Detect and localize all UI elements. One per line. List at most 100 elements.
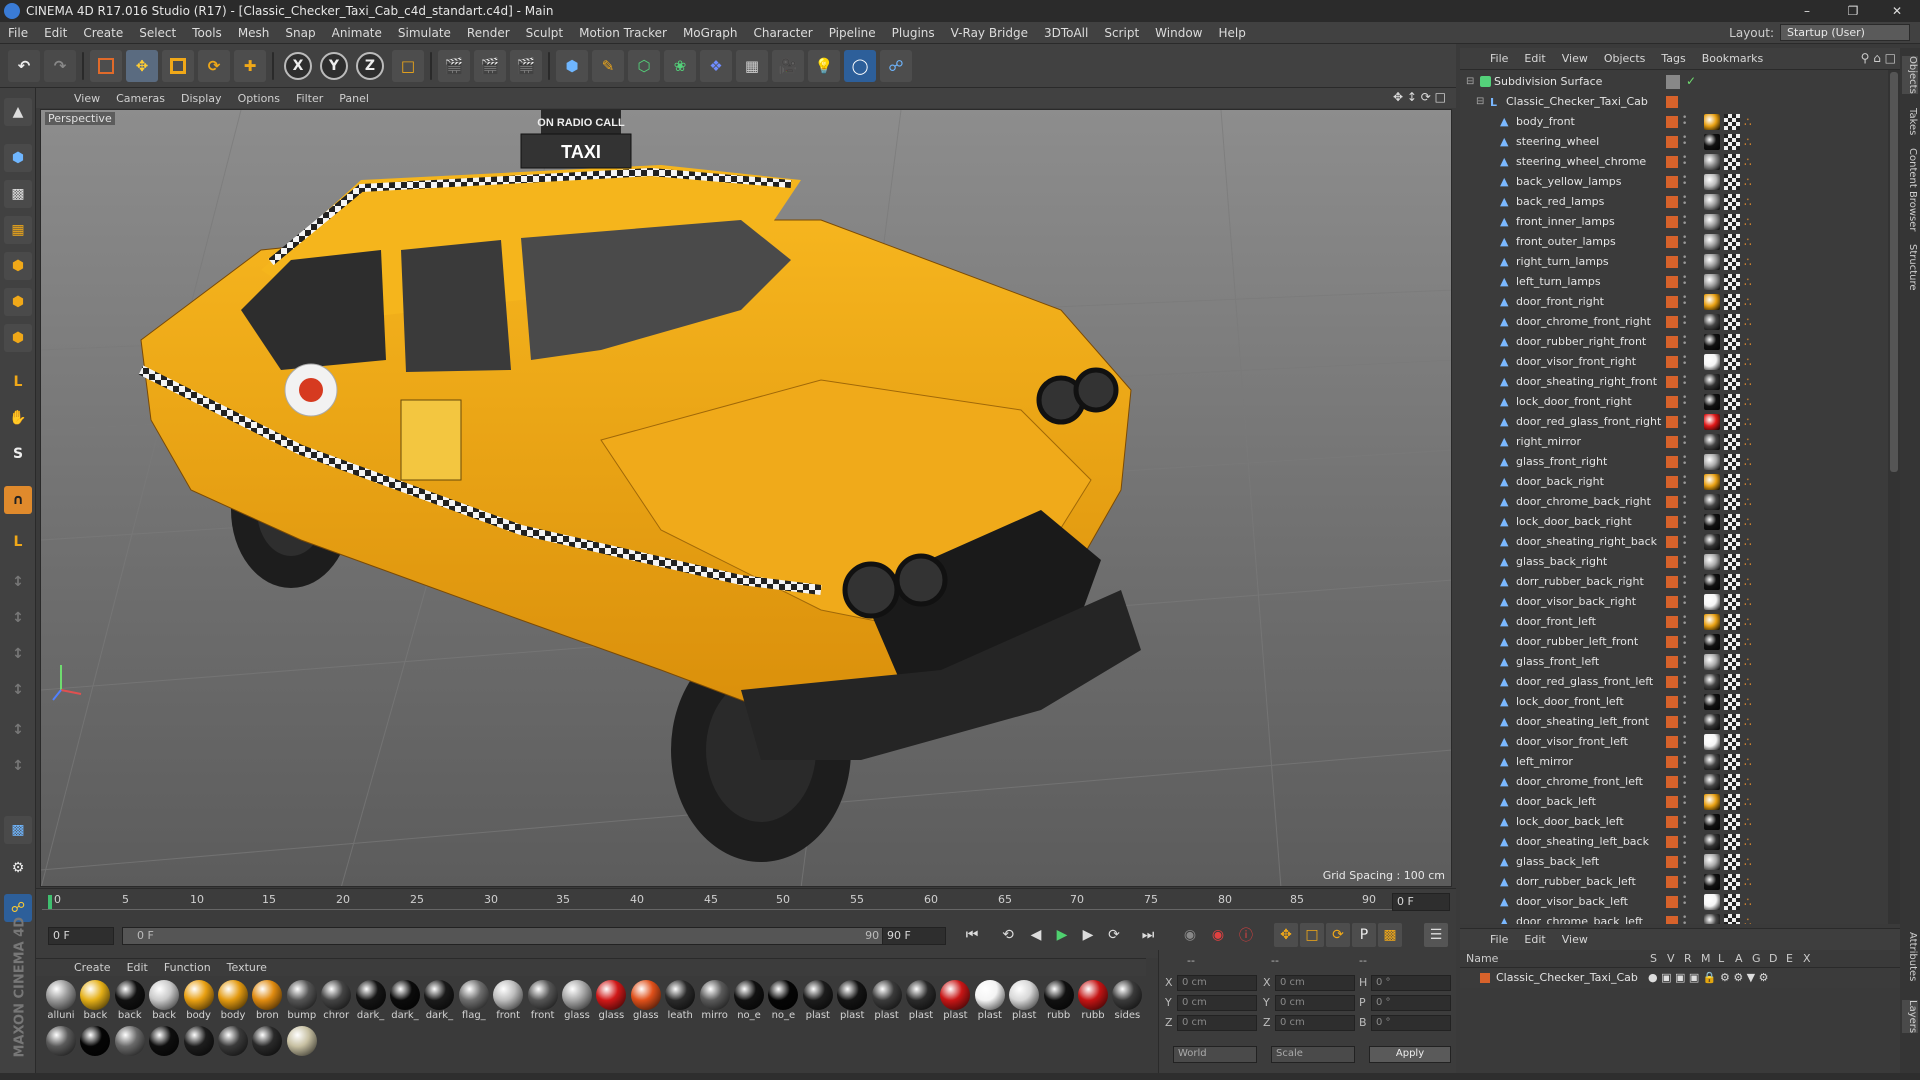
material-tag-icon[interactable] (1704, 554, 1720, 570)
planar-workplane-icon[interactable]: ↕ (4, 604, 32, 632)
layer-color-swatch[interactable] (1666, 596, 1678, 608)
visibility-dots-icon[interactable]: • • (1682, 254, 1687, 269)
material-swatch[interactable]: glass (594, 980, 628, 1024)
layer-color-swatch[interactable] (1666, 716, 1678, 728)
close-button[interactable]: ✕ (1874, 0, 1920, 22)
layer-column-header[interactable]: R (1684, 952, 1692, 965)
menu-mesh[interactable]: Mesh (230, 26, 278, 40)
texture-tag-icon[interactable]: ∴ (1744, 135, 1756, 149)
material-swatch[interactable] (250, 1026, 284, 1070)
texture-tag-icon[interactable]: ∴ (1744, 875, 1756, 889)
visibility-dots-icon[interactable]: • • (1682, 294, 1687, 309)
texture-tag-icon[interactable]: ∴ (1744, 715, 1756, 729)
material-swatch[interactable]: plast (938, 980, 972, 1024)
visibility-dots-icon[interactable]: • • (1682, 434, 1687, 449)
viewport-menu-filter[interactable]: Filter (288, 92, 331, 105)
visibility-dots-icon[interactable]: • • (1682, 514, 1687, 529)
material-swatch[interactable]: front (491, 980, 525, 1024)
side-tab-content-browser[interactable]: Content Browser (1902, 148, 1918, 231)
layer-color-swatch[interactable] (1666, 436, 1678, 448)
object-menu-file[interactable]: File (1482, 52, 1516, 65)
object-menu-edit[interactable]: Edit (1516, 52, 1553, 65)
material-swatch[interactable]: plast (801, 980, 835, 1024)
visibility-dots-icon[interactable]: • • (1682, 134, 1687, 149)
record-keys-icon[interactable]: ◉ (1178, 923, 1202, 947)
vray-icon[interactable]: ◯ (844, 50, 876, 82)
maximize-button[interactable]: ❐ (1830, 0, 1876, 22)
menu-sculpt[interactable]: Sculpt (518, 26, 571, 40)
object-row[interactable]: ▲ steering_wheel_chrome • • ∴ (1460, 152, 1888, 172)
uvw-tag-icon[interactable] (1724, 514, 1740, 530)
texture-tag-icon[interactable]: ∴ (1744, 295, 1756, 309)
object-row[interactable]: ▲ front_outer_lamps • • ∴ (1460, 232, 1888, 252)
material-swatch[interactable]: back (113, 980, 147, 1024)
visibility-dots-icon[interactable]: • • (1682, 694, 1687, 709)
position-x-field[interactable]: 0 cm (1177, 975, 1257, 991)
layer-menu-file[interactable]: File (1482, 933, 1516, 946)
edges-mode-icon[interactable]: ⬢ (4, 288, 32, 316)
go-to-end-icon[interactable]: ⏭ (1136, 923, 1160, 947)
texture-tag-icon[interactable]: ∴ (1744, 315, 1756, 329)
texture-tag-icon[interactable]: ∴ (1744, 275, 1756, 289)
texture-tag-icon[interactable]: ∴ (1744, 175, 1756, 189)
layer-color-swatch[interactable] (1666, 896, 1678, 908)
uvw-tag-icon[interactable] (1724, 114, 1740, 130)
material-tag-icon[interactable] (1704, 234, 1720, 250)
uvw-tag-icon[interactable] (1724, 534, 1740, 550)
menu-character[interactable]: Character (745, 26, 820, 40)
layer-color-swatch[interactable] (1666, 156, 1678, 168)
object-row[interactable]: ▲ door_rubber_left_front • • ∴ (1460, 632, 1888, 652)
material-tag-icon[interactable] (1704, 774, 1720, 790)
texture-tag-icon[interactable]: ∴ (1744, 455, 1756, 469)
menu-select[interactable]: Select (131, 26, 184, 40)
material-tag-icon[interactable] (1704, 494, 1720, 510)
material-tag-icon[interactable] (1704, 794, 1720, 810)
uvw-tag-icon[interactable] (1724, 174, 1740, 190)
layer-color-swatch[interactable] (1666, 496, 1678, 508)
python-icon[interactable]: ☍ (880, 50, 912, 82)
uvw-tag-icon[interactable] (1724, 754, 1740, 770)
texture-tag-icon[interactable]: ∴ (1744, 615, 1756, 629)
material-swatch[interactable]: body (216, 980, 250, 1024)
texture-tag-icon[interactable]: ∴ (1744, 655, 1756, 669)
layer-column-header[interactable]: A (1735, 952, 1743, 965)
material-swatch[interactable] (216, 1026, 250, 1070)
object-row[interactable]: ▲ door_sheating_left_back • • ∴ (1460, 832, 1888, 852)
object-row[interactable]: ▲ door_visor_back_left • • ∴ (1460, 892, 1888, 912)
texture-tag-icon[interactable]: ∴ (1744, 335, 1756, 349)
rotate-icon[interactable]: ⟳ (198, 50, 230, 82)
object-list-scrollbar[interactable] (1888, 70, 1900, 924)
visibility-dots-icon[interactable]: • • (1682, 894, 1687, 909)
floor-icon[interactable]: ▦ (736, 50, 768, 82)
y-axis-lock-button[interactable]: Y (320, 52, 348, 80)
size-z-field[interactable]: 0 cm (1275, 1015, 1355, 1031)
visibility-dots-icon[interactable]: • • (1682, 574, 1687, 589)
material-swatch[interactable]: rubb (1076, 980, 1110, 1024)
polygons-mode-icon[interactable]: ⬢ (4, 324, 32, 352)
object-row-root[interactable]: ⊟ Subdivision Surface ✓ (1460, 72, 1888, 92)
texture-tag-icon[interactable]: ∴ (1744, 255, 1756, 269)
layer-color-swatch[interactable] (1666, 816, 1678, 828)
checkerboard-icon[interactable]: ▩ (4, 816, 32, 844)
material-swatch[interactable] (147, 1026, 181, 1070)
next-frame-icon[interactable]: ▶ (1076, 923, 1100, 947)
texture-tag-icon[interactable]: ∴ (1744, 635, 1756, 649)
collapse-icon[interactable]: ⊟ (1476, 96, 1487, 107)
visibility-dots-icon[interactable]: • • (1682, 614, 1687, 629)
material-swatch[interactable] (182, 1026, 216, 1070)
uvw-tag-icon[interactable] (1724, 734, 1740, 750)
uvw-tag-icon[interactable] (1724, 694, 1740, 710)
object-row[interactable]: ▲ door_rubber_right_front • • ∴ (1460, 332, 1888, 352)
layer-color-swatch[interactable] (1666, 696, 1678, 708)
texture-tag-icon[interactable]: ∴ (1744, 395, 1756, 409)
material-tag-icon[interactable] (1704, 734, 1720, 750)
layer-color-swatch[interactable] (1666, 256, 1678, 268)
visibility-dots-icon[interactable]: • • (1682, 174, 1687, 189)
layer-column-header[interactable]: L (1718, 952, 1724, 965)
scale-icon[interactable] (162, 50, 194, 82)
material-swatch[interactable] (113, 1026, 147, 1070)
layer-color-swatch[interactable] (1666, 196, 1678, 208)
menu-simulate[interactable]: Simulate (390, 26, 459, 40)
object-row[interactable]: ▲ back_red_lamps • • ∴ (1460, 192, 1888, 212)
visibility-dots-icon[interactable]: • • (1682, 634, 1687, 649)
